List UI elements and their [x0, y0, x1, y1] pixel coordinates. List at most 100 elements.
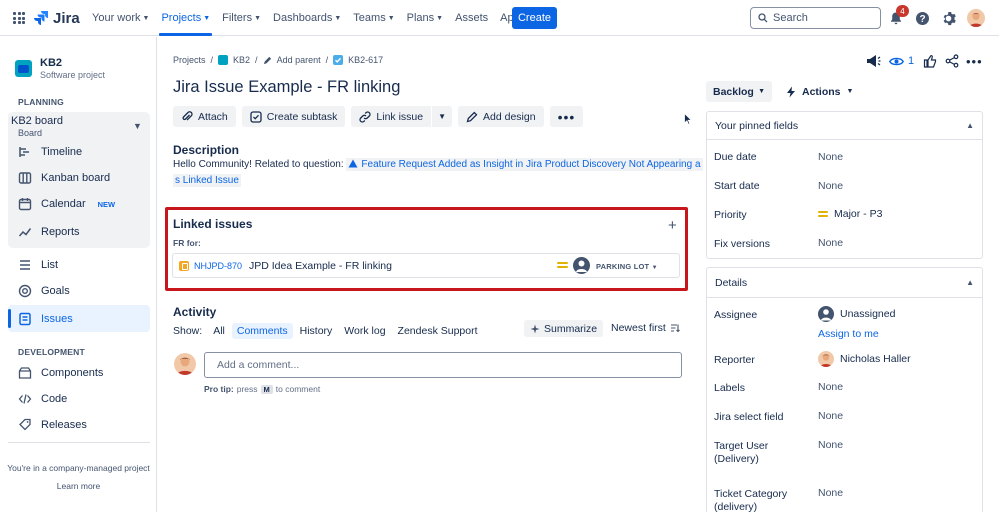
details-panel: Details ▲	[706, 267, 983, 512]
sidebar-divider	[8, 442, 150, 443]
gear-icon[interactable]	[939, 9, 957, 27]
linked-issue-status[interactable]: PARKING LOT ▼	[596, 262, 658, 271]
mouse-cursor-icon	[684, 113, 692, 125]
assign-to-me-link[interactable]: Assign to me	[818, 328, 879, 340]
breadcrumb-separator: /	[255, 55, 258, 65]
create-button[interactable]: Create	[512, 7, 557, 29]
chevron-down-icon[interactable]: ▼	[133, 121, 142, 131]
linked-issue-row[interactable]: NHJPD-870 JPD Idea Example - FR linking …	[172, 253, 680, 278]
sidebar-item-goals[interactable]: Goals	[18, 282, 70, 300]
linked-issue-summary[interactable]: JPD Idea Example - FR linking	[249, 260, 392, 272]
sidebar-item-reports[interactable]: Reports	[18, 223, 80, 241]
chevron-down-icon: ▼	[758, 88, 765, 95]
add-linked-issue-icon[interactable]: +	[668, 217, 677, 234]
breadcrumb-project[interactable]: KB2	[233, 55, 250, 65]
nav-your-work[interactable]: Your work ▼	[86, 0, 155, 36]
create-subtask-label: Create subtask	[266, 110, 338, 123]
status-dropdown[interactable]: Backlog ▼	[706, 81, 772, 102]
linked-issue-key[interactable]: NHJPD-870	[194, 261, 242, 271]
breadcrumb-issue-key[interactable]: KB2-617	[348, 55, 383, 65]
chevron-down-icon: ▼	[203, 14, 211, 22]
target-user-value[interactable]: None	[818, 439, 843, 451]
pinned-fields-header[interactable]: Your pinned fields ▲	[707, 112, 982, 140]
link-issue-button[interactable]: Link issue	[351, 106, 432, 127]
sidebar-item-kanban-board[interactable]: Kanban board	[18, 169, 110, 187]
nav-filters[interactable]: Filters ▼	[216, 0, 267, 36]
nav-label: Teams	[353, 12, 386, 24]
linked-issue-status-text: PARKING LOT	[596, 262, 650, 271]
search-input[interactable]	[773, 12, 873, 24]
more-options-icon[interactable]: •••	[966, 53, 983, 69]
issues-icon	[19, 312, 31, 326]
filter-comments[interactable]: Comments	[231, 323, 293, 339]
sidebar-item-components[interactable]: Components	[18, 364, 103, 382]
jira-logo[interactable]: Jira	[33, 9, 80, 27]
description-body-line2[interactable]: s Linked Issue	[173, 174, 241, 187]
nav-projects[interactable]: Projects ▼	[155, 0, 216, 36]
nav-assets[interactable]: Assets	[449, 0, 494, 36]
jira-select-field-value[interactable]: None	[818, 410, 843, 422]
actions-dropdown[interactable]: Actions ▼	[786, 81, 853, 102]
project-avatar-icon	[218, 55, 229, 65]
breadcrumb-projects[interactable]: Projects	[173, 55, 206, 65]
breadcrumb: Projects / KB2 / Add parent / KB2-617	[173, 55, 383, 65]
add-design-button[interactable]: Add design	[458, 106, 544, 127]
sidebar-footer-text: You're in a company-managed project	[7, 463, 150, 473]
link-issue-dropdown[interactable]: ▼	[432, 106, 453, 127]
description-link-continued[interactable]: s Linked Issue	[173, 174, 241, 187]
nav-teams[interactable]: Teams ▼	[347, 0, 400, 36]
attach-button[interactable]: Attach	[173, 106, 236, 127]
protip-suffix: to comment	[275, 384, 321, 394]
create-subtask-button[interactable]: Create subtask	[241, 106, 346, 127]
filter-zendesk-support[interactable]: Zendesk Support	[393, 323, 483, 339]
priority-value[interactable]: Major - P3	[818, 208, 882, 220]
description-body[interactable]: Hello Community! Related to question: Fe…	[173, 158, 703, 171]
user-avatar[interactable]	[967, 9, 985, 27]
filter-all[interactable]: All	[208, 323, 230, 339]
linked-issues-heading: Linked issues	[173, 217, 253, 231]
goals-icon	[18, 284, 32, 298]
nav-dashboards[interactable]: Dashboards ▼	[267, 0, 347, 36]
sidebar-item-calendar[interactable]: Calendar NEW	[18, 195, 115, 213]
summarize-button[interactable]: Summarize	[524, 320, 604, 337]
project-header[interactable]: KB2 Software project	[15, 57, 105, 80]
details-header[interactable]: Details ▲	[707, 268, 982, 298]
issue-title[interactable]: Jira Issue Example - FR linking	[173, 78, 400, 97]
project-avatar-icon	[15, 60, 32, 77]
nav-plans[interactable]: Plans ▼	[401, 0, 449, 36]
breadcrumb-add-parent[interactable]: Add parent	[277, 55, 321, 65]
thumbs-up-icon[interactable]	[923, 53, 937, 69]
share-icon[interactable]	[945, 53, 959, 69]
sort-icon	[670, 324, 680, 333]
board-name[interactable]: KB2 board	[11, 115, 63, 127]
chevron-down-icon: ▼	[387, 14, 395, 22]
feedback-megaphone-icon[interactable]	[866, 53, 881, 69]
more-actions-button[interactable]: •••	[549, 106, 584, 127]
chevron-up-icon: ▲	[966, 278, 974, 287]
ticket-category-value[interactable]: None	[818, 487, 843, 499]
learn-more-link[interactable]: Learn more	[0, 481, 157, 491]
start-date-value[interactable]: None	[818, 180, 843, 192]
product-discovery-icon	[348, 159, 358, 168]
watch-button[interactable]: 1	[889, 53, 914, 69]
sidebar-item-timeline[interactable]: Timeline	[18, 143, 82, 161]
sidebar-item-releases[interactable]: Releases	[18, 416, 87, 434]
help-icon[interactable]: ?	[913, 9, 931, 27]
search-box[interactable]	[750, 7, 881, 29]
description-link[interactable]: Feature Request Added as Insight in Jira…	[346, 158, 703, 171]
unassigned-avatar	[573, 257, 590, 274]
assignee-value[interactable]: Unassigned	[818, 306, 895, 322]
due-date-value[interactable]: None	[818, 151, 843, 163]
sidebar-item-code[interactable]: Code	[18, 390, 67, 408]
labels-value[interactable]: None	[818, 381, 843, 393]
fix-versions-value[interactable]: None	[818, 237, 843, 249]
sidebar-item-label: Reports	[41, 226, 80, 238]
filter-history[interactable]: History	[295, 323, 338, 339]
filter-work-log[interactable]: Work log	[339, 323, 390, 339]
reporter-value[interactable]: Nicholas Haller	[818, 351, 911, 367]
sidebar-item-list[interactable]: List	[18, 256, 58, 274]
sort-order-button[interactable]: Newest first	[611, 322, 680, 334]
sidebar-item-issues[interactable]: Issues	[18, 310, 73, 328]
app-switcher-icon[interactable]	[13, 12, 25, 24]
comment-input[interactable]	[204, 352, 682, 378]
